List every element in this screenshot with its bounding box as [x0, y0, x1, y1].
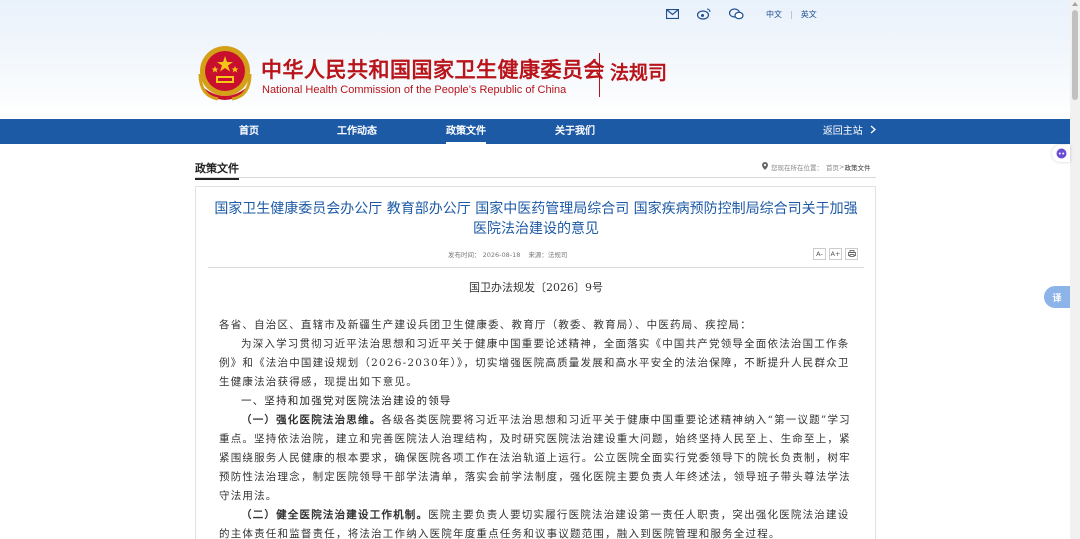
scrollbar-thumb[interactable] — [1072, 10, 1078, 100]
document-number: 国卫办法规发〔2026〕9号 — [469, 281, 603, 294]
floating-assistant-button[interactable] — [1052, 145, 1070, 162]
section-divider — [195, 177, 876, 178]
lang-cn-link[interactable]: 中文 — [766, 9, 782, 20]
title-divider — [599, 53, 600, 97]
paragraph-2-lead: （二）健全医院法治建设工作机制。 — [241, 509, 429, 521]
article-source: 来源：法规司 — [528, 251, 568, 259]
top-links: 中文 | 英文 — [664, 7, 817, 21]
weibo-icon[interactable] — [696, 7, 712, 21]
nav-item-about-us[interactable]: 关于我们 — [555, 119, 595, 144]
mail-icon[interactable] — [664, 7, 680, 21]
site-title-en: National Health Commission of the People… — [262, 84, 567, 96]
paragraph-1-lead: （一）强化医院法治思维。 — [241, 414, 382, 426]
paragraph-1: （一）强化医院法治思维。各级各类医院要将习近平法治思想和习近平关于健康中国重要论… — [219, 411, 857, 506]
section-heading-1: 一、坚持和加强党对医院法治建设的领导 — [241, 395, 452, 407]
paragraph-2: （二）健全医院法治建设工作机制。医院主要负责人要切实履行医院法治建设第一责任人职… — [219, 506, 857, 539]
assistant-icon — [1056, 144, 1067, 163]
location-pin-icon — [762, 162, 768, 172]
breadcrumb: 您现在所在位置： 首页 > 政策文件 — [762, 162, 870, 172]
paragraph-1-body: 各级各类医院要将习近平法治思想和习近平关于健康中国重要论述精神纳入“第一议题”学… — [219, 414, 851, 502]
font-decrease-button[interactable]: A- — [813, 248, 826, 260]
lang-separator: | — [790, 9, 793, 19]
article-title: 国家卫生健康委员会办公厅 教育部办公厅 国家中医药管理局综合司 国家疾病预防控制… — [214, 201, 858, 237]
article-body: 各省、自治区、直辖市及新疆生产建设兵团卫生健康委、教育厅（教委、教育局）、中医药… — [219, 316, 857, 539]
department-name: 法规司 — [610, 62, 668, 84]
nav-item-home[interactable]: 首页 — [239, 119, 259, 144]
addressee-line: 各省、自治区、直辖市及新疆生产建设兵团卫生健康委、教育厅（教委、教育局）、中医药… — [219, 319, 752, 331]
print-icon — [847, 249, 856, 259]
nav-item-policy-docs[interactable]: 政策文件 — [446, 119, 486, 144]
back-link-label: 返回主站 — [822, 126, 863, 137]
chevron-right-icon — [870, 125, 876, 137]
lang-en-link[interactable]: 英文 — [801, 9, 817, 20]
publish-date: 发布时间： 2026-08-18 — [448, 251, 521, 259]
site-title-cn: 中华人民共和国国家卫生健康委员会 — [261, 58, 605, 82]
wechat-icon[interactable] — [728, 7, 744, 21]
article-meta: 发布时间： 2026-08-18 来源：法规司 — [448, 249, 567, 259]
location-prefix: 您现在所在位置： — [771, 164, 823, 172]
article-divider — [208, 267, 864, 268]
nav-item-work-news[interactable]: 工作动态 — [337, 119, 377, 144]
article-tools: A- A+ — [813, 248, 858, 260]
print-button[interactable] — [845, 248, 858, 260]
national-emblem-icon[interactable] — [196, 44, 254, 104]
back-to-main-site-link[interactable]: 返回主站 — [823, 119, 876, 144]
scroll-up-arrow-icon[interactable] — [1072, 2, 1078, 6]
font-increase-button[interactable]: A+ — [829, 248, 842, 260]
main-nav: 首页 工作动态 政策文件 关于我们 返回主站 — [0, 119, 1070, 144]
breadcrumb-home[interactable]: 首页 — [826, 162, 839, 172]
breadcrumb-current: 政策文件 — [844, 164, 871, 172]
translate-button[interactable]: 译 — [1044, 286, 1070, 308]
intro-paragraph: 为深入学习贯彻习近平法治思想和习近平关于健康中国重要论述精神，全面落实《中国共产… — [219, 338, 850, 388]
